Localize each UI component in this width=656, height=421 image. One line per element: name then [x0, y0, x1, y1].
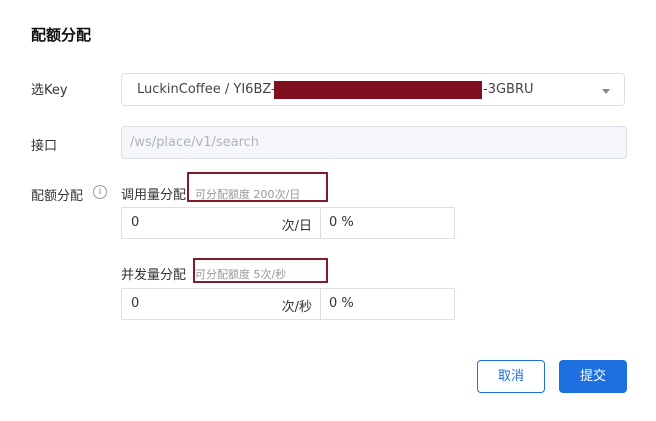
concurrent-quota-value: 0	[131, 296, 140, 311]
concurrent-quota-percent: 0 %	[329, 296, 354, 311]
concurrent-quota-unit: 次/秒	[281, 300, 312, 315]
redaction-block	[274, 81, 482, 99]
interface-placeholder: /ws/place/v1/search	[130, 135, 260, 150]
call-quota-unit: 次/日	[281, 219, 312, 234]
interface-input[interactable]: /ws/place/v1/search	[121, 126, 627, 159]
key-value-suffix: -3GBRU	[483, 82, 534, 97]
cancel-button[interactable]: 取消	[477, 360, 545, 393]
concurrent-quota-label: 并发量分配	[121, 268, 187, 283]
input-divider	[320, 208, 321, 238]
interface-label: 接口	[31, 139, 58, 154]
call-quota-label: 调用量分配	[121, 188, 187, 203]
call-quota-input[interactable]: 0 次/日 0 %	[121, 207, 455, 239]
input-divider	[320, 289, 321, 319]
key-select[interactable]: LuckinCoffee / YI6BZ- -3GBRU	[121, 73, 625, 106]
concurrent-quota-input[interactable]: 0 次/秒 0 %	[121, 288, 455, 320]
call-quota-highlight	[187, 172, 328, 202]
submit-button[interactable]: 提交	[559, 360, 627, 393]
info-icon[interactable]: i	[93, 185, 107, 199]
chevron-down-icon	[602, 89, 610, 94]
key-value-prefix: LuckinCoffee / YI6BZ-	[137, 82, 276, 97]
call-quota-percent: 0 %	[329, 215, 354, 230]
quota-label: 配额分配	[31, 189, 84, 204]
concurrent-quota-highlight	[193, 258, 328, 283]
call-quota-value: 0	[131, 215, 140, 230]
dialog-title: 配额分配	[31, 26, 92, 44]
key-label: 选Key	[31, 83, 68, 98]
